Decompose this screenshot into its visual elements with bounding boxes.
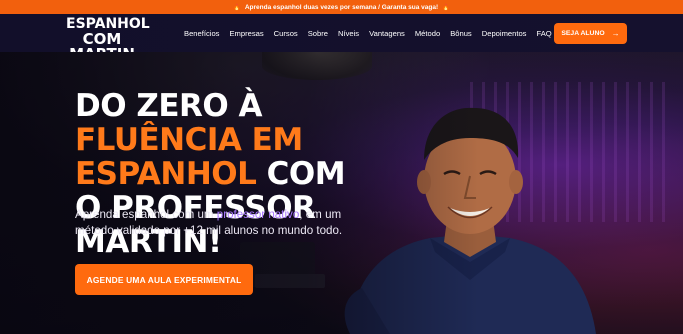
hero-subtitle: Aprenda espanhol com um professor nativo… <box>75 207 375 239</box>
main-navigation: ESPANHOL COM MARTIN Benefícios Empresas … <box>0 14 683 62</box>
announcement-bar[interactable]: 🔥 Aprenda espanhol duas vezes por semana… <box>0 0 683 14</box>
nav-item-bonus[interactable]: Bônus <box>450 29 472 38</box>
arrow-right-icon: → <box>611 29 620 38</box>
announcement-text: Aprenda espanhol duas vezes por semana /… <box>245 4 438 11</box>
seja-aluno-label: SEJA ALUNO <box>561 30 605 37</box>
nav-item-faq[interactable]: FAQ <box>536 29 551 38</box>
logo[interactable]: ESPANHOL COM MARTIN <box>66 17 150 62</box>
nav-item-sobre[interactable]: Sobre <box>308 29 328 38</box>
subtitle-highlight: professor nativo <box>216 208 300 221</box>
schedule-trial-button[interactable]: AGENDE UMA AULA EXPERIMENTAL <box>75 264 253 295</box>
nav-item-niveis[interactable]: Níveis <box>338 29 359 38</box>
nav-item-vantagens[interactable]: Vantagens <box>369 29 405 38</box>
headline-part-1: DO ZERO À <box>75 88 263 124</box>
schedule-trial-label: AGENDE UMA AULA EXPERIMENTAL <box>86 274 242 285</box>
nav-item-metodo[interactable]: Método <box>415 29 440 38</box>
seja-aluno-button[interactable]: SEJA ALUNO → <box>554 23 627 44</box>
nav-item-cursos[interactable]: Cursos <box>274 29 298 38</box>
nav-menu: Benefícios Empresas Cursos Sobre Níveis … <box>184 14 552 52</box>
hero-section: DO ZERO À FLUÊNCIA EM ESPANHOL COM O PRO… <box>0 52 683 334</box>
announcement-text-bold: Garanta sua vaga! <box>381 3 439 11</box>
nav-item-empresas[interactable]: Empresas <box>229 29 263 38</box>
fire-icon: 🔥 <box>233 4 241 11</box>
subtitle-text-1: Aprenda espanhol com um <box>75 208 217 221</box>
fire-icon: 🔥 <box>442 4 450 11</box>
nav-item-beneficios[interactable]: Benefícios <box>184 29 219 38</box>
nav-item-depoimentos[interactable]: Depoimentos <box>482 29 527 38</box>
announcement-text-main: Aprenda espanhol duas vezes por semana / <box>244 3 382 11</box>
